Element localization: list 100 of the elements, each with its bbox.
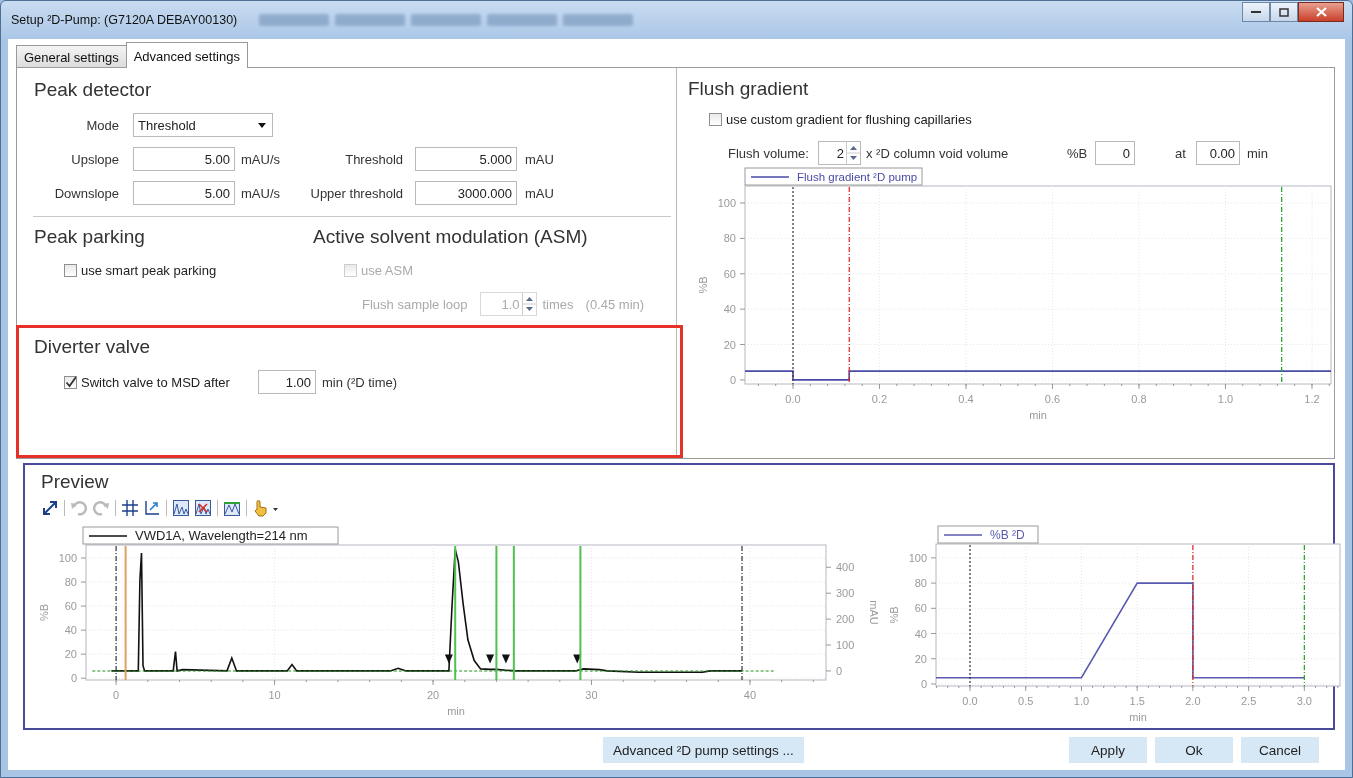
peaks-remove-icon[interactable]: [194, 499, 212, 517]
dialog-button[interactable]: Apply: [1069, 737, 1147, 763]
close-icon: [1315, 7, 1327, 17]
axis-title: %B: [38, 603, 50, 622]
axis-title: min: [1129, 711, 1147, 723]
tick-label: 40: [914, 627, 927, 640]
tick-label: 100: [717, 197, 736, 209]
tab[interactable]: General settings: [16, 45, 127, 67]
section-heading: Diverter valve: [34, 336, 152, 358]
spin-field[interactable]: 2: [818, 141, 861, 165]
axis-zoom-icon[interactable]: [143, 499, 161, 517]
tick-label: 100: [836, 639, 855, 651]
spinner-icon[interactable]: [521, 293, 536, 315]
checkbox[interactable]: Switch valve to MSD after: [64, 374, 258, 390]
overlay-chart-icon[interactable]: [223, 499, 241, 517]
legend-label: Flush gradient ²D pump: [797, 171, 918, 183]
field-label: Downslope: [53, 185, 120, 201]
maximize-icon: [1279, 7, 1289, 17]
input-field[interactable]: 5.00: [133, 147, 235, 171]
tick-label: 1.0: [1217, 393, 1234, 405]
input-field[interactable]: 3000.000: [415, 181, 517, 205]
checkmark-icon: [65, 376, 76, 388]
hand-pointer-icon[interactable]: [252, 499, 278, 517]
input-field[interactable]: 0.00: [1196, 141, 1240, 165]
field-label: Mode: [85, 117, 120, 133]
tick-label: 2.0: [1185, 695, 1201, 707]
unit-label: mAU: [525, 185, 555, 201]
fit-icon[interactable]: [41, 499, 59, 517]
checkbox[interactable]: use smart peak parking: [64, 263, 217, 278]
field-label: at: [1175, 145, 1187, 161]
tick-label: 30: [585, 689, 598, 701]
tick-label: 300: [836, 587, 855, 600]
tick-label: 0: [920, 678, 927, 690]
maximize-button[interactable]: [1270, 2, 1298, 22]
tick-label: 1.0: [1073, 695, 1090, 707]
tick-label: 0.2: [871, 393, 888, 405]
tick-label: 20: [64, 648, 77, 661]
input-field[interactable]: 5.00: [133, 181, 235, 205]
input-field[interactable]: 1.00: [258, 370, 316, 394]
section-heading: Active solvent modulation (ASM): [313, 226, 589, 248]
section-heading: Peak detector: [34, 79, 153, 101]
axis-title: mAU: [868, 600, 878, 625]
minimize-button[interactable]: [1242, 2, 1270, 22]
tab[interactable]: Advanced settings: [125, 42, 248, 68]
input-field[interactable]: 5.000: [415, 147, 517, 171]
input-field[interactable]: 0: [1095, 141, 1135, 165]
dialog-button[interactable]: Advanced ²D pump settings ...: [603, 737, 804, 763]
unit-label: min: [1247, 145, 1268, 161]
field-label: %B: [1067, 145, 1089, 161]
unit-label: mAU: [525, 151, 555, 167]
tick-label: 0: [113, 689, 120, 701]
tick-label: 20: [914, 652, 927, 665]
close-button[interactable]: [1298, 2, 1344, 22]
crosshair-icon[interactable]: [121, 499, 139, 517]
tick-label: 60: [914, 602, 927, 615]
tick-label: 80: [914, 577, 927, 590]
mode-dropdown[interactable]: Threshold: [133, 113, 273, 137]
tick-label: 40: [723, 303, 736, 316]
tick-label: 200: [836, 613, 855, 626]
tick-label: 0.4: [958, 393, 974, 405]
unit-label: times: [542, 296, 574, 312]
tick-label: 0: [729, 373, 736, 386]
window-title: Setup ²D-Pump: (G7120A DEBAY00130): [11, 13, 238, 27]
field-label: Flush volume:: [728, 145, 810, 161]
dialog-button[interactable]: Ok: [1155, 737, 1233, 763]
dialog-button[interactable]: Cancel: [1241, 737, 1319, 763]
tick-label: 20: [426, 689, 440, 701]
field-label: Threshold: [344, 151, 404, 167]
tick-label: 400: [836, 561, 855, 574]
tick-label: 60: [723, 267, 736, 280]
tick-label: 2.5: [1240, 695, 1257, 707]
caret-icon: [258, 122, 266, 128]
tick-label: 40: [743, 689, 757, 701]
note-text: (0.45 min): [585, 296, 645, 312]
tick-label: 80: [64, 576, 77, 589]
tick-label: 0: [70, 672, 77, 685]
tick-label: 40: [64, 624, 77, 637]
tick-label: 0.6: [1044, 393, 1061, 405]
tick-label: 0.8: [1131, 393, 1147, 405]
unit-label: mAU/s: [241, 185, 281, 201]
tick-label: 0: [836, 664, 843, 677]
unit-label: mAU/s: [241, 151, 281, 167]
axis-title: min: [1029, 409, 1047, 421]
tick-label: 3.0: [1296, 695, 1312, 707]
checkbox[interactable]: use custom gradient for flushing capillaries: [709, 112, 972, 127]
legend-label: VWD1A, Wavelength=214 nm: [135, 528, 308, 543]
tick-label: 1.2: [1304, 393, 1320, 405]
unit-label: min (²D time): [322, 374, 398, 390]
field-label: Upper threshold: [309, 185, 404, 201]
peaks-chart-icon[interactable]: [172, 499, 190, 517]
legend-label: %B ²D: [990, 528, 1025, 542]
tick-label: 80: [723, 232, 736, 245]
tick-label: 20: [723, 338, 736, 351]
tick-label: 1.5: [1129, 695, 1145, 707]
axis-title: min: [447, 705, 465, 717]
tick-label: 100: [908, 551, 927, 564]
unit-label: x ²D column void volume: [866, 145, 1010, 161]
spinner-icon[interactable]: [846, 142, 860, 164]
axis-title: %B: [697, 276, 709, 294]
axis-title: %B: [888, 606, 900, 624]
